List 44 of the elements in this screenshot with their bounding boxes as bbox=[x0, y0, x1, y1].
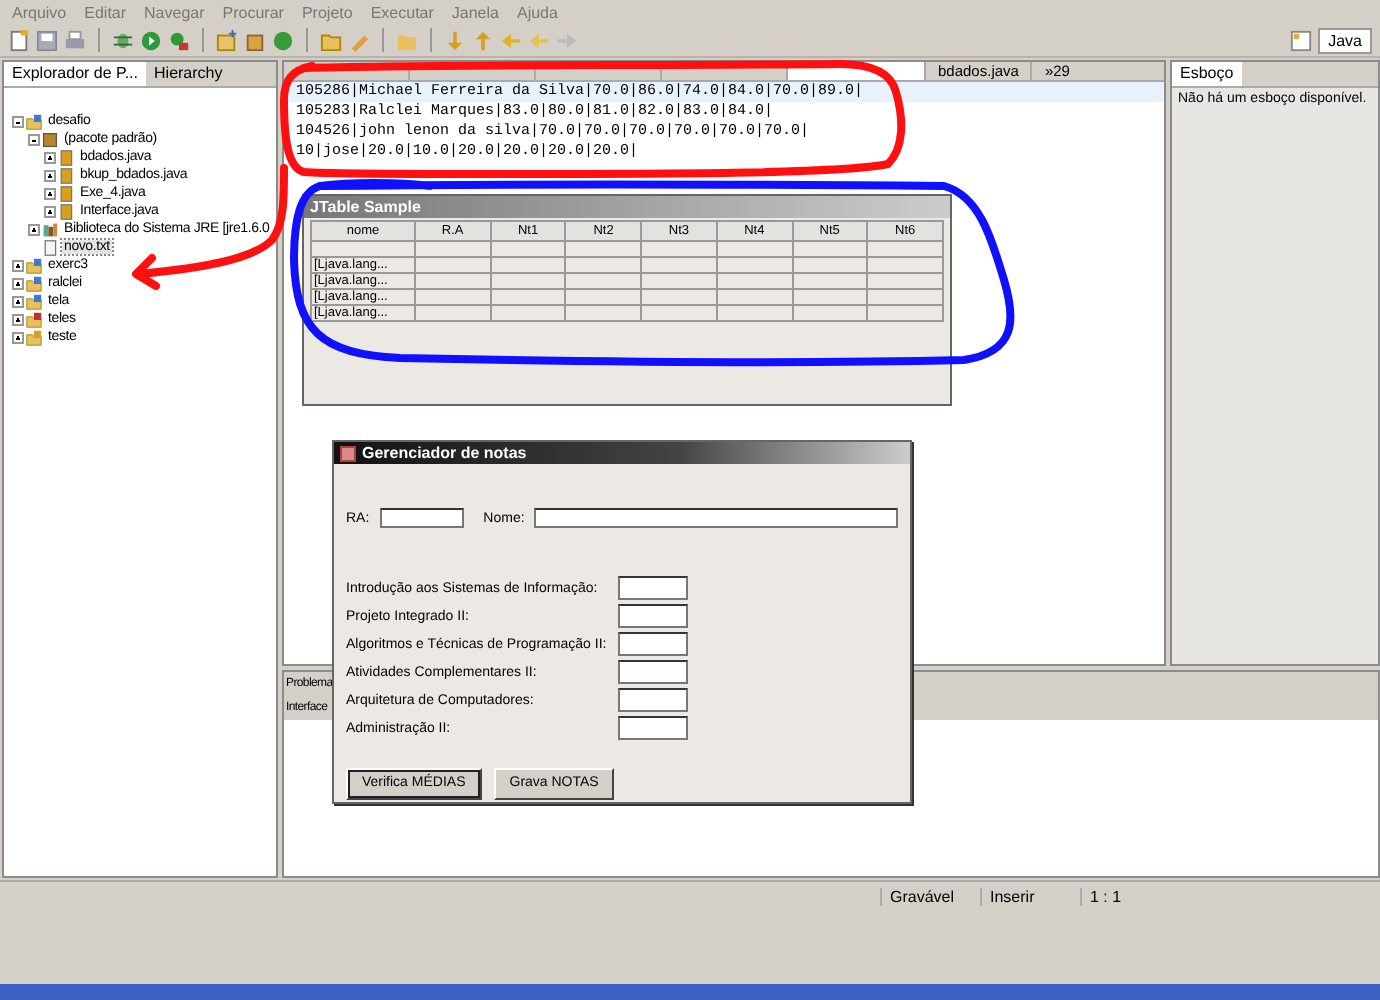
window-title: JTable Sample bbox=[310, 198, 421, 216]
new-project-icon[interactable] bbox=[216, 29, 238, 51]
window-title: Gerenciador de notas bbox=[362, 444, 527, 462]
expand-icon[interactable] bbox=[44, 169, 56, 181]
view-tab[interactable]: Explorador de P... bbox=[4, 62, 147, 86]
view-tab[interactable]: Esboço bbox=[1172, 62, 1242, 86]
new-package-icon[interactable] bbox=[244, 29, 266, 51]
expand-icon[interactable] bbox=[28, 223, 40, 235]
project-folder-icon bbox=[26, 113, 42, 129]
expand-icon[interactable] bbox=[12, 313, 24, 325]
text-file-icon bbox=[42, 239, 58, 255]
view-tab[interactable]: Hierarchy bbox=[146, 62, 231, 86]
perspective-button[interactable]: Java bbox=[1318, 27, 1372, 53]
status-field: Gravável bbox=[880, 887, 980, 905]
library-icon bbox=[42, 221, 58, 237]
input-field[interactable] bbox=[618, 576, 689, 600]
open-perspective-icon[interactable] bbox=[1290, 29, 1313, 51]
input-field[interactable] bbox=[618, 632, 689, 656]
bug-icon[interactable] bbox=[112, 29, 134, 51]
expand-icon[interactable] bbox=[12, 259, 24, 271]
input-field[interactable] bbox=[379, 508, 464, 528]
expand-icon[interactable] bbox=[12, 331, 24, 343]
new-file-icon[interactable] bbox=[8, 29, 30, 51]
input-field[interactable] bbox=[618, 604, 689, 628]
input-field[interactable] bbox=[618, 716, 689, 740]
app-icon bbox=[340, 445, 356, 461]
expand-icon[interactable] bbox=[44, 151, 56, 163]
input-field[interactable] bbox=[534, 508, 898, 528]
run-icon[interactable] bbox=[140, 29, 162, 51]
status-field: Inserir bbox=[980, 887, 1080, 905]
expand-icon[interactable] bbox=[44, 187, 56, 199]
collapse-icon[interactable] bbox=[12, 115, 24, 127]
package-icon bbox=[42, 131, 58, 147]
print-icon[interactable] bbox=[64, 29, 86, 51]
input-field[interactable] bbox=[618, 660, 689, 684]
input-field[interactable] bbox=[618, 688, 689, 712]
save-icon[interactable] bbox=[36, 29, 58, 51]
external-tools-icon[interactable] bbox=[168, 29, 190, 51]
expand-icon[interactable] bbox=[44, 205, 56, 217]
status-field: 1 : 1 bbox=[1080, 887, 1180, 905]
expand-icon[interactable] bbox=[12, 295, 24, 307]
collapse-icon[interactable] bbox=[28, 133, 40, 145]
expand-icon[interactable] bbox=[12, 277, 24, 289]
new-class-icon[interactable] bbox=[272, 29, 294, 51]
